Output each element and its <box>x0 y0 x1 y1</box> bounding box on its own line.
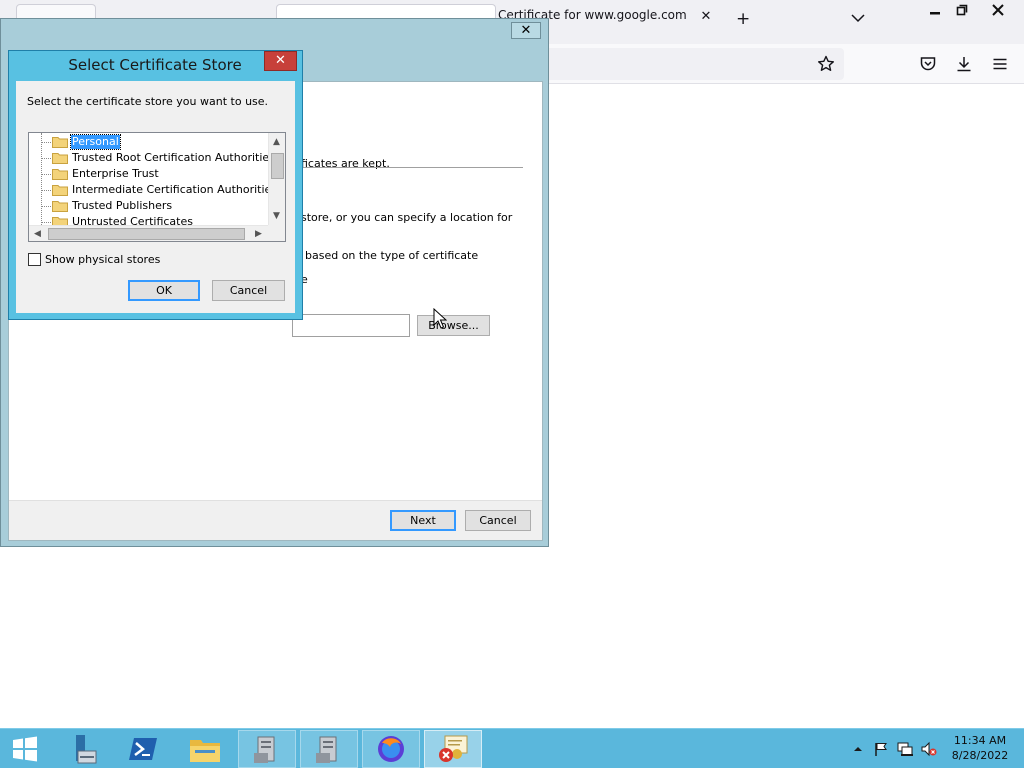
vertical-scrollbar[interactable]: ▲ ▼ <box>268 133 285 225</box>
clock-time: 11:34 AM <box>953 734 1007 747</box>
wizard-text-kept: ficates are kept. <box>301 157 390 170</box>
network-icon[interactable] <box>897 741 913 757</box>
file-explorer-icon <box>190 740 220 762</box>
menu-icon[interactable] <box>991 55 1009 73</box>
folder-icon <box>52 153 68 164</box>
dialog-client-area: Select the certificate store you want to… <box>16 81 295 313</box>
restore-icon[interactable] <box>949 0 975 19</box>
server-app-icon-2 <box>316 736 337 763</box>
tree-item-enterprise-trust[interactable]: Enterprise Trust <box>29 166 269 182</box>
tree-item-label: Trusted Publishers <box>72 199 173 212</box>
scroll-down-icon[interactable]: ▼ <box>273 211 280 221</box>
server-app-button-2[interactable] <box>300 730 358 768</box>
server-manager-button[interactable] <box>52 730 110 768</box>
scroll-left-icon[interactable]: ◀ <box>34 229 41 239</box>
show-hidden-icons-icon[interactable] <box>850 741 866 757</box>
dialog-prompt: Select the certificate store you want to… <box>27 95 269 108</box>
ok-button[interactable]: OK <box>128 280 200 301</box>
tab-close-icon[interactable]: ✕ <box>700 10 712 23</box>
tab-list-chevron-icon[interactable] <box>851 14 865 23</box>
server-app-button[interactable] <box>238 730 296 768</box>
tree-item-label: Intermediate Certification Authorities <box>72 183 278 196</box>
wizard-cancel-button[interactable]: Cancel <box>465 510 531 531</box>
folder-icon <box>52 169 68 180</box>
browse-button[interactable]: Browse... <box>417 315 490 336</box>
scroll-corner <box>268 225 285 241</box>
scroll-right-icon[interactable]: ▶ <box>255 229 262 239</box>
file-explorer-button[interactable] <box>176 730 234 768</box>
downloads-icon[interactable] <box>955 55 973 73</box>
windows-logo-icon <box>13 736 37 762</box>
folder-icon <box>52 137 68 148</box>
horizontal-scroll-thumb[interactable] <box>48 228 245 240</box>
action-center-flag-icon[interactable] <box>873 741 889 757</box>
server-app-icon <box>254 736 275 763</box>
certificate-store-tree[interactable]: Personal Trusted Root Certification Auth… <box>28 132 286 242</box>
taskbar: 11:34 AM 8/28/2022 <box>0 728 1024 768</box>
mouse-cursor-icon <box>433 308 447 329</box>
certificate-manager-icon <box>439 735 468 762</box>
horizontal-scrollbar[interactable]: ◀ ▶ <box>29 225 268 241</box>
tree-item-label: Enterprise Trust <box>72 167 159 180</box>
certificate-store-field[interactable] <box>292 314 410 337</box>
dialog-close-button[interactable]: ✕ <box>264 51 297 71</box>
url-bar[interactable] <box>500 48 844 80</box>
tree-item-intermediate[interactable]: Intermediate Certification Authorities <box>29 182 277 198</box>
server-manager-icon <box>76 735 97 764</box>
window-close-icon[interactable] <box>985 0 1011 19</box>
select-certificate-store-dialog: Select Certificate Store ✕ Select the ce… <box>8 50 303 320</box>
tree-item-label: Trusted Root Certification Authorities <box>72 151 275 164</box>
next-button[interactable]: Next <box>390 510 456 531</box>
firefox-button[interactable] <box>362 730 420 768</box>
folder-icon <box>52 185 68 196</box>
tree-item-personal[interactable]: Personal <box>29 134 269 150</box>
dialog-cancel-button[interactable]: Cancel <box>212 280 285 301</box>
minimize-icon[interactable] <box>922 0 948 19</box>
dialog-title: Select Certificate Store <box>68 56 242 74</box>
wizard-text-store-location: store, or you can specify a location for <box>301 211 513 224</box>
pocket-icon[interactable] <box>919 55 937 73</box>
wizard-close-button[interactable]: ✕ <box>511 22 541 39</box>
show-physical-stores-checkbox[interactable] <box>28 253 41 266</box>
clock-date: 8/28/2022 <box>951 749 1009 762</box>
tree-item-trusted-root[interactable]: Trusted Root Certification Authorities <box>29 150 275 166</box>
firefox-icon <box>378 736 404 762</box>
wizard-footer: Next Cancel <box>9 500 542 540</box>
folder-icon <box>52 201 68 212</box>
bookmark-star-icon[interactable] <box>817 55 835 73</box>
wizard-separator <box>295 167 523 168</box>
start-button[interactable] <box>0 730 50 768</box>
certificate-manager-button[interactable] <box>424 730 482 768</box>
volume-muted-icon[interactable] <box>921 741 937 757</box>
show-physical-stores-label: Show physical stores <box>45 253 161 266</box>
tree-item-trusted-publishers[interactable]: Trusted Publishers <box>29 198 269 214</box>
taskbar-clock[interactable]: 11:34 AM 8/28/2022 <box>944 733 1016 763</box>
vertical-scroll-thumb[interactable] <box>271 153 284 179</box>
powershell-icon <box>129 738 157 760</box>
tree-item-label: Personal <box>70 134 121 150</box>
wizard-text-type-based: based on the type of certificate <box>305 249 479 262</box>
powershell-button[interactable] <box>114 730 172 768</box>
new-tab-button[interactable]: + <box>736 11 750 28</box>
scroll-up-icon[interactable]: ▲ <box>273 137 280 147</box>
